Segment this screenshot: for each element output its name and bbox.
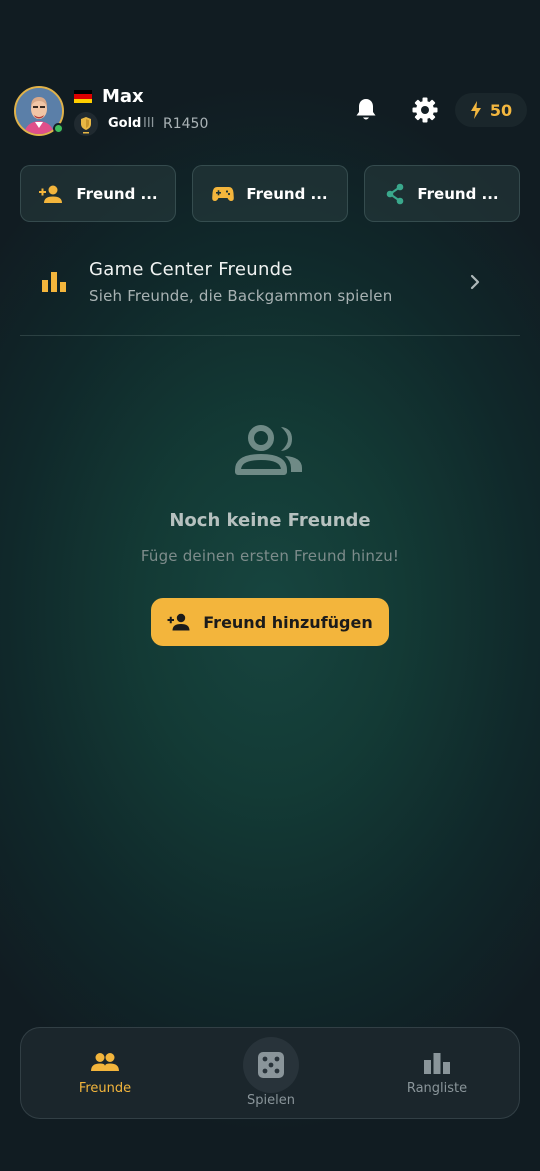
game-center-subtitle: Sieh Freunde, die Backgammon spielen bbox=[89, 287, 393, 305]
tab-play[interactable]: Spielen bbox=[201, 1028, 341, 1120]
rank-shield-icon bbox=[74, 112, 98, 136]
add-friend-cta-label: Freund hinzufügen bbox=[203, 612, 373, 632]
add-friend-button[interactable]: Freund ... bbox=[20, 165, 176, 222]
empty-state-title: Noch keine Freunde bbox=[169, 510, 371, 531]
rank-tier: III bbox=[143, 116, 155, 131]
username: Max bbox=[102, 86, 144, 107]
game-center-title: Game Center Freunde bbox=[89, 259, 293, 280]
settings-button[interactable] bbox=[411, 96, 439, 124]
profile-header: Max Gold III R1450 50 bbox=[0, 84, 540, 140]
tab-friends[interactable]: Freunde bbox=[35, 1028, 175, 1120]
share-invite-button[interactable]: Freund ... bbox=[364, 165, 520, 222]
gear-icon bbox=[412, 97, 438, 123]
energy-counter[interactable]: 50 bbox=[455, 93, 527, 127]
friend-actions: Freund ... Freund ... Freund ... bbox=[20, 165, 520, 222]
lightning-icon bbox=[470, 101, 481, 119]
bell-icon bbox=[356, 99, 376, 120]
tab-leaderboard-label: Rangliste bbox=[406, 1081, 468, 1096]
game-center-friends-row[interactable]: Game Center Freunde Sieh Freunde, die Ba… bbox=[20, 250, 520, 316]
share-icon bbox=[387, 183, 404, 204]
bottom-navigation: Freunde Spielen Rangliste bbox=[20, 1027, 520, 1119]
people-icon bbox=[235, 425, 302, 475]
person-add-icon bbox=[167, 613, 190, 631]
invite-label: Freund ... bbox=[246, 184, 328, 203]
energy-value: 50 bbox=[489, 100, 513, 120]
tab-leaderboard[interactable]: Rangliste bbox=[367, 1028, 507, 1120]
bar-chart-icon bbox=[424, 1053, 450, 1074]
notifications-button[interactable] bbox=[352, 96, 380, 124]
tab-friends-label: Freunde bbox=[78, 1081, 132, 1096]
chevron-right-icon bbox=[470, 274, 480, 290]
empty-state-subtitle: Füge deinen ersten Freund hinzu! bbox=[140, 547, 400, 565]
share-label: Freund ... bbox=[417, 184, 499, 203]
avatar[interactable] bbox=[14, 86, 64, 136]
gamepad-icon bbox=[212, 186, 235, 201]
dice-icon bbox=[258, 1052, 284, 1078]
person-add-icon bbox=[39, 185, 63, 203]
play-button-circle bbox=[243, 1037, 299, 1093]
rating-value: R1450 bbox=[163, 116, 209, 132]
germany-flag-icon bbox=[74, 90, 92, 103]
add-friend-cta-button[interactable]: Freund hinzufügen bbox=[151, 598, 389, 646]
add-friend-label: Freund ... bbox=[76, 184, 158, 203]
tab-play-label: Spielen bbox=[247, 1093, 295, 1108]
online-status-dot bbox=[53, 123, 64, 134]
people-icon bbox=[91, 1053, 119, 1071]
bar-chart-icon bbox=[42, 272, 66, 292]
friends-screen: Max Gold III R1450 50 Freund ... Freund … bbox=[0, 0, 540, 1171]
divider bbox=[20, 335, 520, 336]
rank-name: Gold bbox=[108, 116, 142, 131]
invite-to-game-button[interactable]: Freund ... bbox=[192, 165, 348, 222]
flag-stripe bbox=[74, 98, 92, 103]
